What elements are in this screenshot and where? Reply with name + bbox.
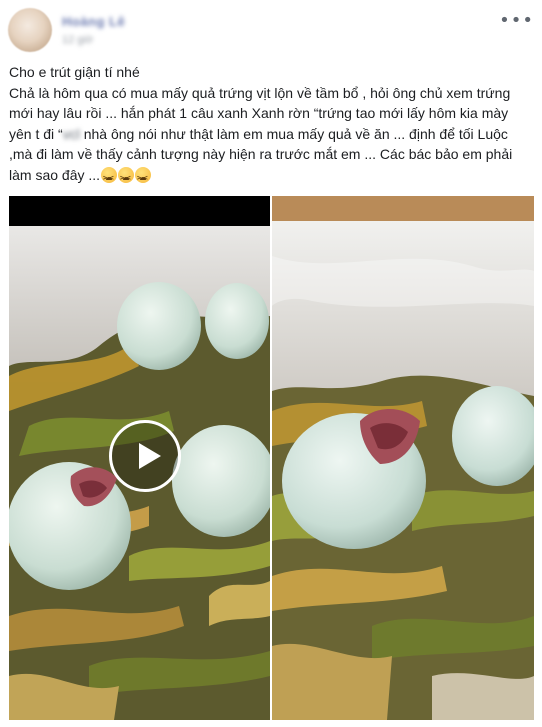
- tired-face-icon: [118, 166, 135, 188]
- ellipsis-icon[interactable]: •••: [499, 10, 534, 31]
- play-icon[interactable]: [109, 420, 181, 492]
- post-text-segment: nhà ông nói như thật làm em mua mấy quả …: [9, 125, 513, 183]
- tired-face-icon: [101, 166, 118, 188]
- post-header: Hoàng Lê 12 giờ •••: [8, 8, 534, 56]
- photo-image: [272, 196, 534, 720]
- video-thumbnail[interactable]: [9, 196, 270, 720]
- tired-face-icon: [135, 166, 152, 188]
- post-photo[interactable]: [272, 196, 534, 720]
- avatar[interactable]: [8, 8, 52, 52]
- censored-word: vcl: [62, 125, 80, 142]
- post-text-line-1: Cho e trút giận tí nhé: [9, 64, 140, 80]
- post-text: Cho e trút giận tí nhé Chả là hôm qua có…: [9, 62, 534, 189]
- post-timestamp[interactable]: 12 giờ: [62, 34, 93, 46]
- post-text-line-2: Chả là hôm qua có mua mấy quả trứng vịt …: [9, 83, 534, 189]
- author-name[interactable]: Hoàng Lê: [62, 14, 125, 29]
